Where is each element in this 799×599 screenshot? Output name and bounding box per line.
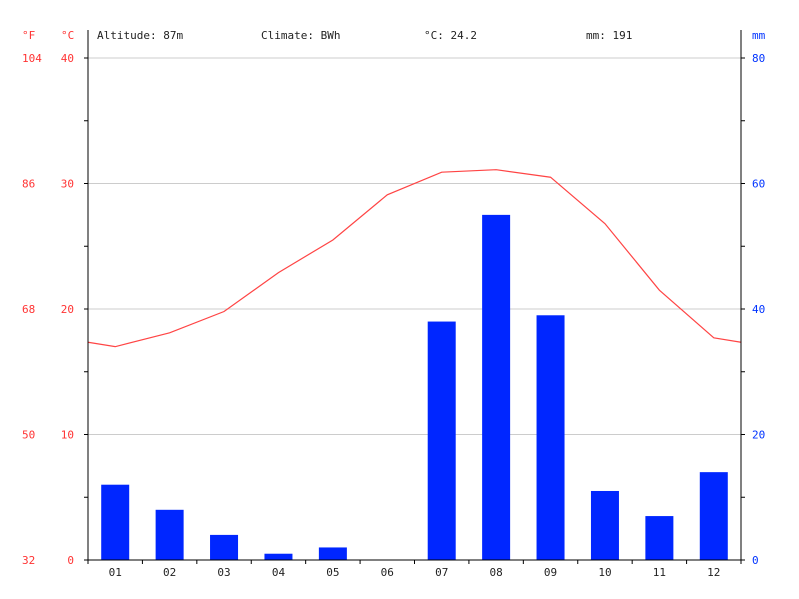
month-label: 09 [544, 566, 557, 579]
mm-tick-label: 80 [752, 52, 765, 65]
month-label: 06 [381, 566, 394, 579]
fahrenheit-tick-label: 32 [22, 554, 35, 567]
month-label: 12 [707, 566, 720, 579]
mm-tick-label: 20 [752, 429, 765, 442]
precip-bar [699, 472, 728, 560]
celsius-tick-label: 40 [61, 52, 74, 65]
mean-temp-label: °C: 24.2 [424, 29, 477, 42]
celsius-tick-label: 30 [61, 178, 74, 191]
precip-bar [427, 321, 456, 560]
mm-tick-label: 60 [752, 178, 765, 191]
fahrenheit-tick-label: 104 [22, 52, 42, 65]
month-label: 08 [490, 566, 503, 579]
mm-tick-label: 40 [752, 303, 765, 316]
celsius-tick-label: 20 [61, 303, 74, 316]
precip-bar [590, 490, 619, 560]
total-precip-label: mm: 191 [586, 29, 632, 42]
fahrenheit-tick-label: 50 [22, 429, 35, 442]
month-label: 03 [217, 566, 230, 579]
precip-bar [645, 516, 674, 560]
fahrenheit-unit-label: °F [22, 29, 35, 42]
fahrenheit-tick-label: 86 [22, 178, 35, 191]
precip-bar [210, 534, 239, 560]
month-label: 07 [435, 566, 448, 579]
precip-bar [264, 553, 293, 560]
precip-bar [101, 484, 130, 560]
month-label: 10 [598, 566, 611, 579]
temperature-line [87, 169, 742, 348]
celsius-unit-label: °C [61, 29, 74, 42]
precip-bar [482, 214, 511, 560]
altitude-label: Altitude: 87m [97, 29, 183, 42]
celsius-tick-label: 10 [61, 429, 74, 442]
precip-bar [536, 315, 565, 560]
precip-bar [318, 547, 347, 560]
mm-unit-label: mm [752, 29, 766, 42]
climate-chart: °F °C Altitude: 87m Climate: BWh °C: 24.… [22, 29, 766, 579]
month-label: 01 [109, 566, 122, 579]
celsius-tick-label: 0 [67, 554, 74, 567]
precip-bar [155, 509, 184, 560]
month-label: 11 [653, 566, 666, 579]
month-label: 02 [163, 566, 176, 579]
month-label: 04 [272, 566, 286, 579]
fahrenheit-tick-label: 68 [22, 303, 35, 316]
mm-tick-label: 0 [752, 554, 759, 567]
month-label: 05 [326, 566, 339, 579]
climate-label: Climate: BWh [261, 29, 340, 42]
